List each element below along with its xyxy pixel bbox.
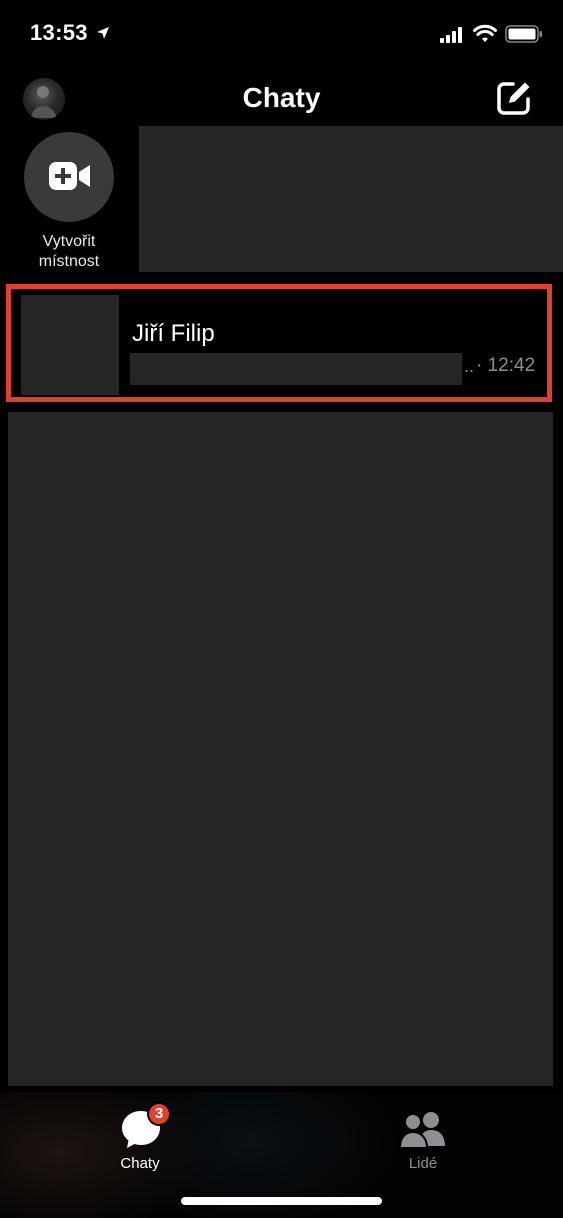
- chat-name: Jiří Filip: [132, 320, 215, 347]
- signal-icon: [440, 27, 462, 43]
- location-arrow-icon: [97, 27, 109, 39]
- tab-chats-label: Chaty: [120, 1155, 160, 1172]
- home-indicator[interactable]: [181, 1197, 382, 1205]
- unread-badge: 3: [147, 1102, 171, 1126]
- create-room-label-line2: místnost: [38, 253, 100, 270]
- video-plus-icon: [49, 162, 90, 190]
- status-time: 13:53: [30, 20, 88, 45]
- create-room-label[interactable]: Vytvořit místnost: [10, 232, 128, 272]
- create-room-label-line1: Vytvořit: [42, 233, 96, 250]
- people-icon: [399, 1112, 445, 1149]
- wifi-icon: [473, 24, 497, 42]
- battery-icon: [505, 25, 542, 43]
- chat-preview-placeholder: [130, 353, 462, 385]
- active-contacts-placeholder: [139, 126, 563, 272]
- chat-time: · 12:42: [476, 355, 536, 376]
- chat-avatar: [21, 295, 119, 395]
- create-room-button[interactable]: [24, 132, 114, 222]
- tab-people-label: Lidé: [408, 1155, 438, 1172]
- compose-icon[interactable]: [496, 80, 532, 116]
- chat-preview-ellipsis: ..: [464, 356, 475, 376]
- chat-list-placeholder: [8, 412, 553, 1086]
- page-title: Chaty: [242, 82, 321, 113]
